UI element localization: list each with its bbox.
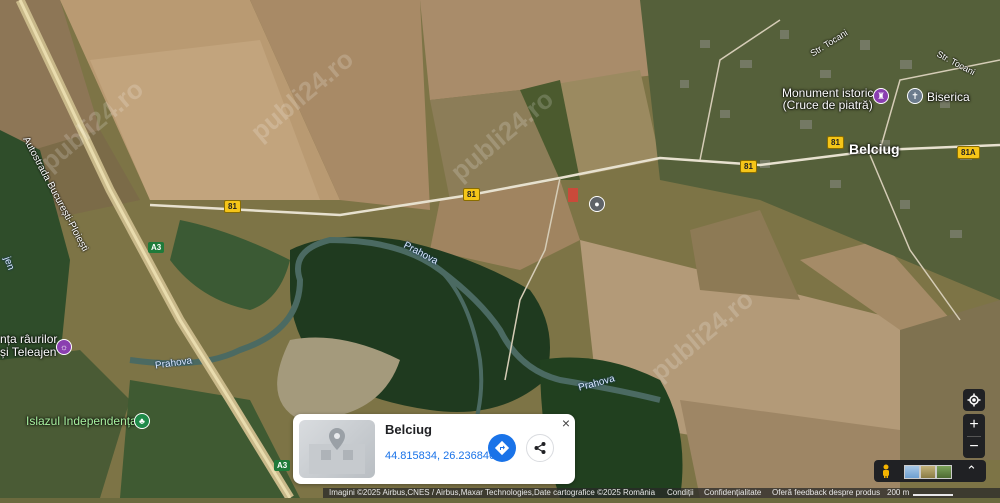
scale-label: 200 m — [887, 488, 910, 497]
zoom-controls: + − — [963, 414, 985, 458]
directions-button[interactable] — [488, 434, 516, 462]
attribution-text: Imagini ©2025 Airbus,CNES / Airbus,Maxar… — [329, 488, 621, 497]
church-icon[interactable]: ✝ — [907, 88, 923, 104]
layer-thumb-map-icon[interactable] — [904, 465, 920, 479]
map-layers-bar: ⌃ — [874, 460, 986, 482]
road-shield: 81A — [957, 146, 980, 159]
road-shield: 81 — [463, 188, 480, 201]
feedback-link[interactable]: Oferă feedback despre produs — [772, 488, 880, 498]
scale-bar — [913, 494, 953, 496]
zoom-in-button[interactable]: + — [963, 414, 985, 436]
share-icon — [534, 442, 546, 454]
privacy-link[interactable]: Confidențialitate — [704, 488, 761, 498]
expand-layers-icon[interactable]: ⌃ — [966, 462, 977, 480]
town-label[interactable]: Belciug — [849, 141, 900, 157]
highway-shield: A3 — [148, 242, 165, 253]
terms-link[interactable]: Condiții — [667, 488, 694, 498]
attraction-icon[interactable]: ☼ — [56, 339, 72, 355]
pegman-icon[interactable] — [878, 463, 894, 479]
zoom-out-button[interactable]: − — [963, 436, 985, 458]
layer-thumb-satellite-icon[interactable] — [936, 465, 952, 479]
my-location-icon — [967, 393, 981, 407]
monument-icon[interactable]: ♜ — [873, 88, 889, 104]
map-footer: Imagini ©2025 Airbus,CNES / Airbus,Maxar… — [323, 488, 1000, 498]
monument-label[interactable]: Monument istoric (Cruce de piatră) — [782, 87, 873, 111]
church-label[interactable]: Biserica — [927, 90, 970, 104]
confluence-label[interactable]: nța râurilor și Teleajen — [0, 333, 57, 359]
place-info-card[interactable]: Belciug 44.815834, 26.236846 × — [293, 414, 575, 484]
place-thumbnail[interactable] — [299, 420, 375, 478]
park-label[interactable]: Islazul Independența — [26, 414, 137, 428]
confluence-label-line2: și Teleajen — [0, 345, 57, 359]
road-shield: 81 — [740, 160, 757, 173]
monument-label-line2: (Cruce de piatră) — [782, 98, 873, 112]
park-icon[interactable]: ♣ — [134, 413, 150, 429]
highway-shield: A3 — [274, 460, 291, 471]
place-coordinates[interactable]: 44.815834, 26.236846 — [385, 450, 495, 462]
place-title: Belciug — [385, 422, 432, 437]
close-button[interactable]: × — [559, 416, 573, 430]
location-pin-icon[interactable]: ● — [589, 196, 605, 212]
country-link[interactable]: România — [623, 488, 655, 498]
directions-icon — [494, 440, 510, 456]
my-location-button[interactable] — [963, 389, 985, 411]
layer-thumb-terrain-icon[interactable] — [920, 465, 936, 479]
street-view-thumbnail-icon — [309, 428, 365, 474]
share-button[interactable] — [526, 434, 554, 462]
road-shield: 81 — [224, 200, 241, 213]
road-shield: 81 — [827, 136, 844, 149]
